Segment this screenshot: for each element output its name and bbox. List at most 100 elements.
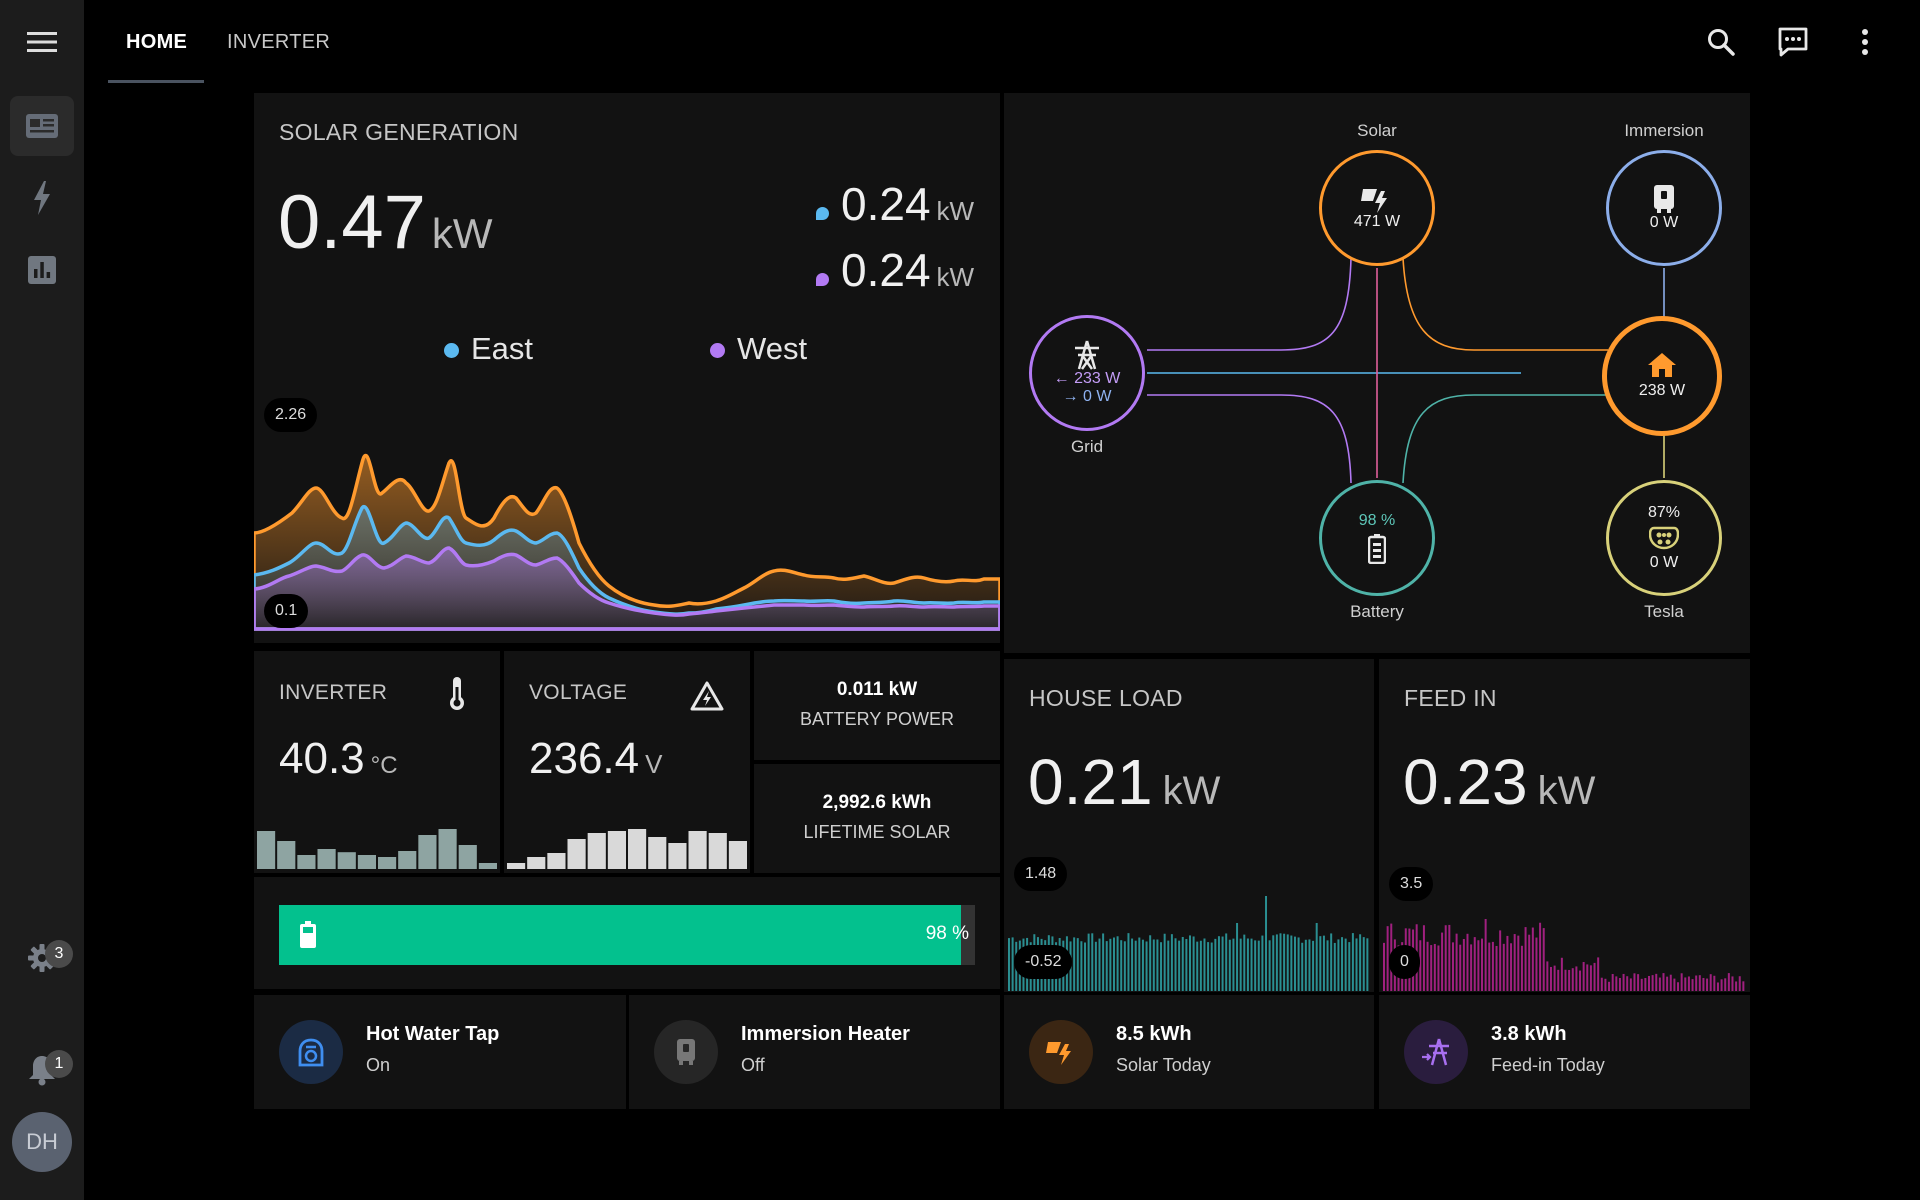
house-load-bar (1250, 938, 1253, 991)
feed-in-bar (1633, 973, 1636, 991)
feed-in-bar (1709, 974, 1712, 991)
water-heater-icon (1654, 185, 1674, 213)
notifications-badge: 1 (45, 1050, 73, 1078)
solar-node[interactable]: 471 W (1319, 150, 1435, 266)
feed-in-bar (1618, 978, 1621, 991)
sidebar-item-overview[interactable] (10, 96, 74, 156)
battery-node[interactable]: 98 % (1319, 480, 1435, 596)
sidebar-item-history[interactable] (10, 240, 74, 300)
feed-in-bar (1451, 942, 1454, 991)
voltage-history-bars (507, 829, 747, 869)
voltage-title: VOLTAGE (529, 681, 628, 704)
immersion-heater-tile[interactable]: Immersion Heater Off (629, 995, 1000, 1109)
overflow-menu-button[interactable] (1845, 22, 1885, 62)
feed-in-history-chart (1383, 919, 1745, 991)
avatar[interactable]: DH (12, 1112, 72, 1172)
house-load-bar (1131, 938, 1134, 991)
feed-in-bar (1655, 973, 1658, 991)
solar-today-icon-button[interactable] (1029, 1020, 1093, 1084)
feed-in-bar (1524, 927, 1527, 991)
voltage-history-bar (507, 863, 526, 869)
feed-in-bar (1383, 942, 1385, 991)
immersion-heater-icon-button[interactable] (654, 1020, 718, 1084)
water-heater-icon (677, 1039, 695, 1065)
tesla-node[interactable]: 87% 0 W (1606, 480, 1722, 596)
house-load-bar (1080, 941, 1083, 991)
lifetime-solar-card[interactable]: 2,992.6 kWh LIFETIME SOLAR (754, 764, 1000, 873)
house-load-bar (1312, 940, 1315, 991)
solar-today-tile[interactable]: 8.5 kWh Solar Today (1004, 995, 1374, 1109)
feed-in-bar (1448, 924, 1451, 991)
house-load-bar (1185, 938, 1188, 991)
grid-export-value: → 0 W (1062, 388, 1112, 405)
immersion-node-value: 0 W (1649, 214, 1679, 231)
feed-in-bar (1716, 982, 1719, 991)
feed-in-bar (1455, 933, 1458, 991)
house-load-bar (1120, 940, 1123, 991)
feed-in-bar (1731, 976, 1734, 991)
assist-button[interactable] (1773, 22, 1813, 62)
sidebar-item-energy[interactable] (10, 168, 74, 228)
solar-generation-card[interactable]: SOLAR GENERATION 0.47 kW 0.24 kW 0.24 kW Ea… (254, 93, 1000, 643)
feed-in-bar (1680, 973, 1683, 991)
legend-east: East (444, 331, 533, 367)
east-dot-icon (816, 207, 829, 220)
bar-chart-icon (28, 256, 56, 284)
house-load-card[interactable]: HOUSE LOAD 0.21 kW 1.48 -0.52 (1004, 659, 1374, 992)
house-load-bar (1341, 937, 1344, 991)
house-load-bar (1326, 940, 1329, 991)
hot-water-tap-tile[interactable]: Hot Water Tap On (254, 995, 626, 1109)
house-load-bar (1091, 933, 1094, 991)
house-load-bar (1239, 938, 1242, 991)
feed-in-bar (1506, 935, 1509, 991)
immersion-node[interactable]: 0 W (1606, 150, 1722, 266)
house-load-bar (1214, 938, 1217, 991)
house-load-bar (1232, 938, 1235, 991)
feed-in-bar (1720, 979, 1723, 991)
feed-in-bar (1491, 941, 1494, 991)
immersion-heater-state: Off (741, 1055, 765, 1075)
feed-in-bar (1546, 961, 1549, 991)
grid-node[interactable]: ← 233 W → 0 W (1029, 315, 1145, 431)
tab-inverter[interactable]: INVERTER (227, 0, 330, 84)
house-load-bar (1283, 933, 1286, 991)
house-load-bar (1301, 942, 1304, 991)
feed-in-today-icon-button[interactable] (1404, 1020, 1468, 1084)
grid-import-value: ← 233 W (1053, 370, 1121, 387)
search-button[interactable] (1701, 22, 1741, 62)
top-bar: HOME INVERTER (84, 0, 1920, 84)
house-load-bar (1261, 935, 1264, 991)
feed-in-today-tile[interactable]: 3.8 kWh Feed-in Today (1379, 995, 1750, 1109)
house-load-bar (1008, 938, 1010, 991)
voltage-card[interactable]: VOLTAGE 236.4 V (504, 651, 750, 873)
feed-in-bar (1647, 975, 1650, 991)
solar-title: SOLAR GENERATION (279, 119, 519, 145)
battery-bar-track: 98 % (279, 905, 975, 965)
battery-level-card[interactable]: 98 % (254, 877, 1000, 989)
feed-in-bar (1477, 940, 1480, 991)
house-load-bar (1272, 935, 1275, 991)
menu-button[interactable] (10, 12, 74, 72)
house-load-bar (1123, 941, 1126, 991)
home-node-value: 238 W (1638, 382, 1686, 399)
inverter-title: INVERTER (279, 681, 388, 704)
battery-power-card[interactable]: 0.011 kW BATTERY POWER (754, 651, 1000, 760)
house-load-bar (1225, 933, 1228, 991)
feed-in-bar (1459, 944, 1462, 991)
feed-in-bar (1637, 974, 1640, 991)
inverter-temp-card[interactable]: INVERTER 40.3 °C (254, 651, 500, 873)
house-load-bar (1279, 933, 1282, 991)
solar-today-value: 8.5 kWh (1116, 1023, 1192, 1045)
inverter-history-bar (297, 855, 316, 869)
feed-in-bar (1571, 968, 1574, 991)
tab-home[interactable]: HOME (126, 0, 187, 84)
solar-power-icon (1361, 189, 1387, 213)
feed-in-bar (1622, 973, 1625, 991)
chart-max-label: 2.26 (264, 398, 318, 432)
feed-in-bar (1687, 976, 1690, 991)
home-node[interactable]: 238 W (1602, 316, 1722, 436)
feed-in-bar (1466, 933, 1469, 991)
hot-water-tap-icon-button[interactable] (279, 1020, 343, 1084)
feed-in-card[interactable]: FEED IN 0.23 kW 3.5 0 (1379, 659, 1750, 992)
solar-power-icon (1046, 1042, 1071, 1065)
